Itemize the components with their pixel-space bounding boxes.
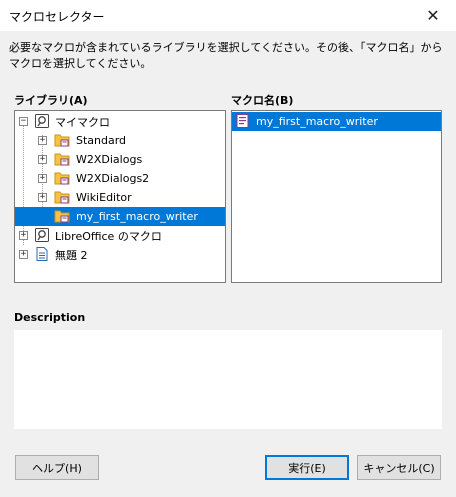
library-label: ライブラリ(A) <box>14 94 88 107</box>
tree-item-my-first-macro-writer[interactable]: my_first_macro_writer <box>15 207 225 226</box>
macro-list-item-label: my_first_macro_writer <box>256 115 378 128</box>
tree-item-w2xdialogs[interactable]: + W2XDialogs <box>15 150 225 169</box>
folder-icon <box>54 153 70 166</box>
tree-item-standard[interactable]: + Standard <box>15 131 225 150</box>
help-button[interactable]: ヘルプ(H) <box>15 455 99 480</box>
macro-name-label: マクロ名(B) <box>231 94 294 107</box>
description-box <box>14 330 442 429</box>
cancel-button[interactable]: キャンセル(C) <box>357 455 441 480</box>
close-button[interactable]: ✕ <box>410 0 456 31</box>
tree-item-libreoffice-macros[interactable]: + LibreOffice のマクロ <box>15 226 225 245</box>
tree-item-w2xdialogs2[interactable]: + W2XDialogs2 <box>15 169 225 188</box>
tree-item-label: WikiEditor <box>76 191 132 204</box>
expand-icon[interactable]: + <box>38 155 47 164</box>
description-label: Description <box>14 311 86 324</box>
tree-item-label: 無題 2 <box>55 248 88 262</box>
tree-item-label: Standard <box>76 134 127 147</box>
title-bar: マクロセレクター ✕ <box>0 0 456 31</box>
collapse-icon[interactable]: − <box>19 117 28 126</box>
tree-item-label: W2XDialogs2 <box>76 172 150 185</box>
expand-icon[interactable]: + <box>19 231 28 240</box>
instruction-text: 必要なマクロが含まれているライブラリを選択してください。その後、「マクロ名」から… <box>9 41 443 70</box>
window-title: マクロセレクター <box>9 10 105 24</box>
tree-item-untitled-2[interactable]: + 無題 2 <box>15 245 225 264</box>
tree-item-label: my_first_macro_writer <box>76 210 198 223</box>
expand-icon[interactable]: + <box>38 136 47 145</box>
tree-item-label: W2XDialogs <box>76 153 143 166</box>
macro-module-icon <box>236 114 249 128</box>
close-icon: ✕ <box>426 6 440 25</box>
folder-icon <box>54 172 70 185</box>
tree-item-label: LibreOffice のマクロ <box>55 229 162 243</box>
document-icon <box>36 247 48 261</box>
tree-item-label: マイマクロ <box>55 115 110 129</box>
expand-icon[interactable]: + <box>38 193 47 202</box>
macro-name-list[interactable]: my_first_macro_writer <box>231 110 442 283</box>
library-tree[interactable]: − マイマクロ + Standard + W2XDialogs + W2XDia… <box>14 110 226 283</box>
run-button[interactable]: 実行(E) <box>265 455 349 480</box>
expand-icon[interactable]: + <box>19 250 28 259</box>
folder-icon <box>54 134 70 147</box>
expand-icon[interactable]: + <box>38 174 47 183</box>
macro-lib-icon <box>35 114 49 128</box>
macro-lib-icon <box>35 228 49 242</box>
macro-list-item[interactable]: my_first_macro_writer <box>232 112 441 131</box>
tree-item-wikieditor[interactable]: + WikiEditor <box>15 188 225 207</box>
tree-item-my-macros[interactable]: − マイマクロ <box>15 112 225 131</box>
folder-icon <box>54 210 70 223</box>
folder-icon <box>54 191 70 204</box>
